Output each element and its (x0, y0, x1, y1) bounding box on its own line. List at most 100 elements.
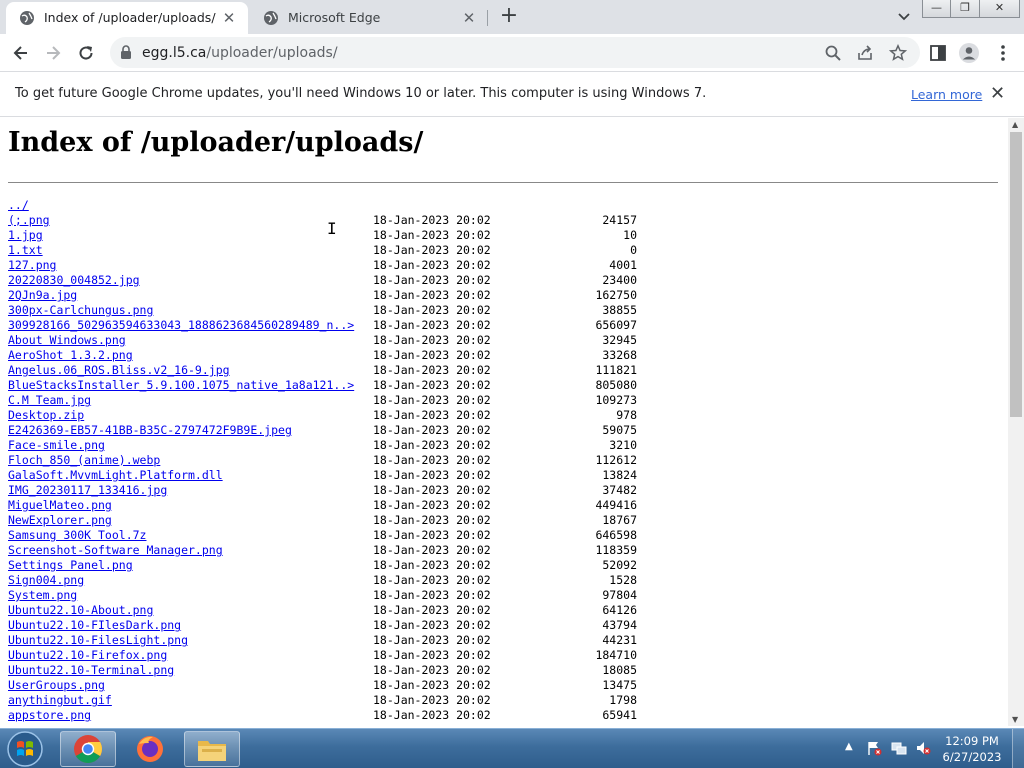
network-icon[interactable] (891, 740, 907, 756)
menu-kebab-icon[interactable] (992, 42, 1014, 64)
file-link[interactable]: (;.png (8, 213, 50, 228)
file-link[interactable]: 309928166_502963594633043_18886236845602… (8, 318, 354, 333)
list-item: 300px-Carlchungus.png 18-Jan-2023 20:02 38… (8, 303, 708, 318)
file-link[interactable]: Face-smile.png (8, 438, 105, 453)
page-content: Index of /uploader/uploads/ ../(;.png 18-… (0, 118, 1008, 726)
taskbar-firefox[interactable] (122, 731, 178, 767)
minimize-button[interactable]: — (922, 0, 951, 18)
volume-muted-icon[interactable] (915, 740, 931, 756)
taskbar-chrome[interactable] (60, 731, 116, 767)
scroll-down-arrow-icon[interactable]: ▼ (1012, 715, 1018, 724)
file-link[interactable]: Screenshot-Software Manager.png (8, 543, 223, 558)
file-size: 162750 (595, 288, 637, 302)
vertical-scrollbar[interactable]: ▲ ▼ (1008, 118, 1024, 726)
file-link[interactable]: GalaSoft.MvvmLight.Platform.dll (8, 468, 223, 483)
file-link[interactable]: ../ (8, 198, 29, 213)
file-link[interactable]: appstore.png (8, 708, 91, 723)
url-text[interactable]: egg.l5.ca/uploader/uploads/ (142, 45, 338, 61)
url-path: /uploader/uploads/ (206, 45, 338, 61)
file-size: 449416 (595, 498, 637, 512)
show-hidden-icons-icon[interactable]: ▲ (845, 741, 853, 752)
list-item: ../ (8, 198, 708, 213)
file-size: 646598 (595, 528, 637, 542)
file-size: 1528 (609, 573, 637, 587)
show-desktop-button[interactable] (1012, 729, 1024, 768)
profile-avatar-icon[interactable] (958, 42, 980, 64)
file-link[interactable]: 20220830_004852.jpg (8, 273, 140, 288)
file-link[interactable]: Ubuntu22.10-About.png (8, 603, 153, 618)
file-link[interactable]: Samsung 300K Tool.7z (8, 528, 146, 543)
list-item: IMG_20230117_133416.jpg 18-Jan-2023 20:02… (8, 483, 708, 498)
file-link[interactable]: MiguelMateo.png (8, 498, 112, 513)
file-link[interactable]: E2426369-EB57-41BB-B35C-2797472F9B9E.jpe… (8, 423, 292, 438)
file-date: 18-Jan-2023 20:02 (373, 393, 491, 407)
file-size: 13475 (602, 678, 637, 692)
new-tab-button[interactable]: + (496, 5, 522, 29)
file-link[interactable]: Angelus.06_ROS.Bliss.v2_16-9.jpg (8, 363, 230, 378)
file-size: 59075 (602, 423, 637, 437)
scroll-up-arrow-icon[interactable]: ▲ (1012, 120, 1018, 129)
file-date: 18-Jan-2023 20:02 (373, 228, 491, 242)
file-link[interactable]: Ubuntu22.10-Firefox.png (8, 648, 167, 663)
file-size: 52092 (602, 558, 637, 572)
file-link[interactable]: System.png (8, 588, 77, 603)
file-link[interactable]: C.M Team.jpg (8, 393, 91, 408)
file-link[interactable]: 1.txt (8, 243, 43, 258)
back-button[interactable] (8, 40, 34, 66)
file-link[interactable]: Floch_850_(anime).webp (8, 453, 160, 468)
file-date: 18-Jan-2023 20:02 (373, 678, 491, 692)
file-link[interactable]: BlueStacksInstaller_5.9.100.1075_native_… (8, 378, 354, 393)
reload-button[interactable] (73, 40, 99, 66)
maximize-button[interactable]: ❐ (951, 0, 980, 18)
file-link[interactable]: About Windows.png (8, 333, 126, 348)
taskbar-file-explorer[interactable] (184, 731, 240, 767)
file-link[interactable]: Desktop.zip (8, 408, 84, 423)
reload-icon (79, 46, 93, 60)
list-item: Ubuntu22.10-FIlesDark.png 18-Jan-2023 20:… (8, 618, 708, 633)
tab-active[interactable]: Index of /uploader/uploads/ ✕ (6, 2, 248, 34)
close-tab-icon[interactable]: ✕ (460, 9, 478, 27)
file-link[interactable]: 300px-Carlchungus.png (8, 303, 153, 318)
file-size: 24157 (602, 213, 637, 227)
learn-more-link[interactable]: Learn more (911, 87, 982, 102)
file-link[interactable]: Ubuntu22.10-FIlesDark.png (8, 618, 181, 633)
list-item: Ubuntu22.10-Terminal.png 18-Jan-2023 20:0… (8, 663, 708, 678)
file-date: 18-Jan-2023 20:02 (373, 708, 491, 722)
zoom-search-icon[interactable] (824, 44, 842, 62)
lock-icon[interactable] (120, 45, 132, 59)
globe-icon (264, 11, 278, 25)
file-listing: ../(;.png 18-Jan-2023 20:02 24157 1.jpg 18-J… (8, 198, 708, 723)
share-icon[interactable] (856, 44, 874, 62)
file-link[interactable]: Ubuntu22.10-Terminal.png (8, 663, 174, 678)
start-button[interactable] (4, 730, 46, 768)
system-clock[interactable]: 12:09 PM 6/27/2023 (940, 733, 1004, 765)
file-link[interactable]: anythingbut.gif (8, 693, 112, 708)
scrollbar-thumb[interactable] (1010, 132, 1022, 417)
file-link[interactable]: 2QJn9a.jpg (8, 288, 77, 303)
tab-inactive[interactable]: Microsoft Edge ✕ (250, 2, 488, 34)
action-center-flag-icon[interactable] (866, 740, 882, 756)
tab-search-chevron-icon[interactable] (894, 8, 914, 26)
file-link[interactable]: UserGroups.png (8, 678, 105, 693)
file-link[interactable]: Settings Panel.png (8, 558, 133, 573)
file-link[interactable]: NewExplorer.png (8, 513, 112, 528)
address-bar[interactable]: egg.l5.ca/uploader/uploads/ (110, 37, 920, 68)
file-link[interactable]: 127.png (8, 258, 56, 273)
forward-button[interactable] (40, 40, 66, 66)
file-link[interactable]: IMG_20230117_133416.jpg (8, 483, 167, 498)
file-size: 656097 (595, 318, 637, 332)
close-tab-icon[interactable]: ✕ (220, 9, 238, 27)
file-date: 18-Jan-2023 20:02 (373, 363, 491, 377)
close-infobar-icon[interactable]: ✕ (990, 83, 1005, 104)
bookmark-star-icon[interactable] (889, 44, 907, 62)
file-size: 43794 (602, 618, 637, 632)
file-link[interactable]: Ubuntu22.10-FilesLight.png (8, 633, 188, 648)
file-link[interactable]: Sign004.png (8, 573, 84, 588)
file-explorer-icon (198, 741, 226, 761)
file-link[interactable]: 1.jpg (8, 228, 43, 243)
side-panel-icon[interactable] (927, 42, 949, 64)
list-item: (;.png 18-Jan-2023 20:02 24157 (8, 213, 708, 228)
list-item: Ubuntu22.10-About.png 18-Jan-2023 20:02 64… (8, 603, 708, 618)
close-window-button[interactable]: ✕ (980, 0, 1020, 18)
file-link[interactable]: AeroShot 1.3.2.png (8, 348, 133, 363)
